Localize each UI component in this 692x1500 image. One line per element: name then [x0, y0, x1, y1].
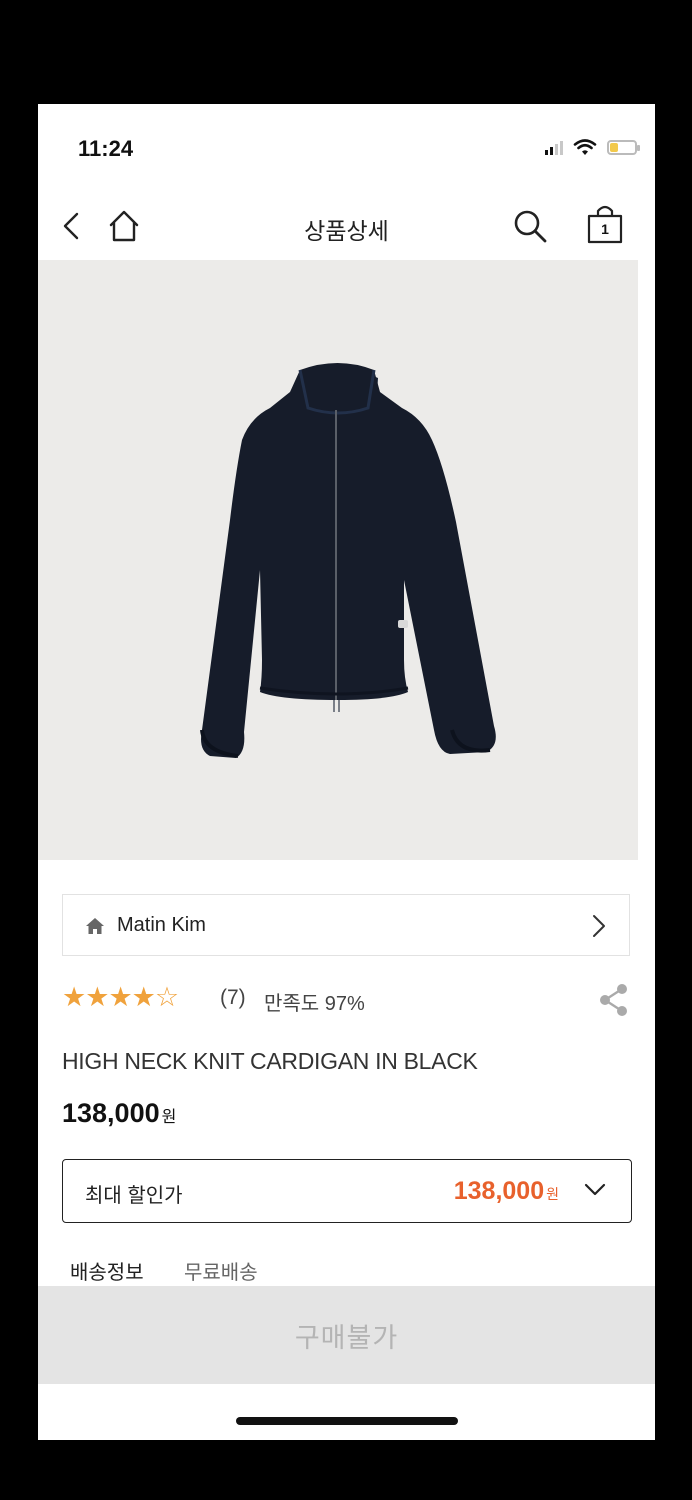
wifi-icon [573, 139, 597, 155]
discount-price: 138,000 원 [454, 1177, 559, 1206]
phone-screen: 11:24 상품상세 1 Matin Kim ★★★★☆ (7) 만족도 97%… [38, 104, 655, 1440]
star-icon: ★ [85, 982, 109, 1012]
star-outline-icon: ☆ [154, 982, 179, 1012]
buy-button[interactable]: 구매불가 [38, 1286, 655, 1384]
star-icon: ★ [62, 982, 86, 1012]
brand-link[interactable]: Matin Kim [62, 894, 630, 956]
share-icon [600, 984, 627, 1016]
chevron-down-icon [584, 1183, 606, 1196]
search-button[interactable] [510, 206, 550, 246]
home-indicator [236, 1417, 458, 1425]
status-bar: 11:24 [38, 104, 655, 192]
product-name: HIGH NECK KNIT CARDIGAN IN BLACK [62, 1048, 478, 1074]
cart-button[interactable]: 1 [583, 202, 627, 246]
nav-bar: 상품상세 1 [38, 192, 655, 260]
star-rating[interactable]: ★★★★☆ [62, 982, 179, 1013]
shipping-label: 배송정보 [70, 1262, 144, 1284]
chevron-right-icon [593, 915, 605, 937]
star-icon: ★ [131, 982, 156, 1012]
star-icon: ★ [108, 982, 132, 1012]
price-value: 138,000 [62, 1098, 160, 1128]
review-count[interactable]: (7) [220, 986, 246, 1010]
max-discount-dropdown[interactable]: 최대 할인가 138,000 원 [62, 1159, 632, 1223]
price-currency: 원 [161, 1109, 177, 1126]
product-price: 138,000 원 [62, 1098, 176, 1129]
buy-button-label: 구매불가 [294, 1323, 399, 1353]
satisfaction-rate: 만족도 97% [264, 993, 365, 1015]
cardigan-image [200, 363, 496, 758]
shipping-value: 무료배송 [184, 1262, 258, 1284]
product-image[interactable] [38, 260, 638, 860]
status-icons [545, 138, 640, 156]
page-title: 상품상세 [304, 218, 389, 244]
status-time: 11:24 [78, 136, 134, 161]
battery-icon [607, 139, 640, 155]
share-button[interactable] [598, 982, 630, 1023]
rating-row: ★★★★☆ (7) 만족도 97% [62, 982, 630, 1016]
discount-label: 최대 할인가 [85, 1185, 183, 1207]
discount-currency: 원 [546, 1186, 559, 1202]
cellular-signal-icon [545, 139, 563, 155]
discount-price-value: 138,000 [453, 1177, 545, 1205]
home-icon [86, 918, 104, 934]
brand-name: Matin Kim [117, 914, 206, 936]
search-icon [514, 210, 547, 243]
cart-count-badge: 1 [601, 221, 609, 237]
